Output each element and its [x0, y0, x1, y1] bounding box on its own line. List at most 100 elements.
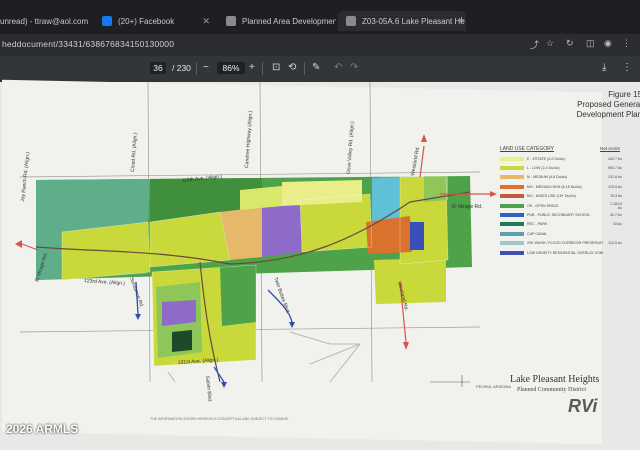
page-number-input[interactable]: 36	[150, 62, 166, 74]
facebook-icon	[102, 16, 112, 26]
url-text[interactable]: heddocument/33431/638676834150130000	[2, 39, 174, 49]
legend-acres: 131.6 Ac	[608, 175, 622, 180]
close-icon[interactable]: ✕	[202, 16, 210, 27]
legend-label: E - ESTATE (0-2 Du/Ac)	[527, 156, 566, 161]
legend-label: CAP CANAL	[527, 231, 548, 236]
pdf-toolbar: 36 / 230 − 86% + ⊡ ⟲ ✎ ↶ ↷ ⤓ ⋮	[0, 56, 640, 82]
legend-item: PUB - PUBLIC SECONDARY SCHOOL 30.7 Ac	[500, 212, 622, 217]
arrow-head	[15, 240, 22, 248]
future-road	[167, 371, 176, 383]
open-space-zone	[220, 265, 256, 326]
legend-acres: 129.8 Ac	[608, 184, 622, 189]
legend-item: MH - MEDIUM HIGH (8-15 Du/Ac) 129.8 Ac	[500, 184, 622, 189]
arrow-head	[421, 134, 427, 142]
legend-acres-header: Net Acres	[600, 146, 620, 151]
legend-item: LOW DENSITY RESIDENTIAL OVERLAY ZONE	[500, 250, 622, 255]
brand-subtitle: Planned Community District	[517, 387, 586, 393]
legend-label: MH - MEDIUM HIGH (8-15 Du/Ac)	[527, 184, 582, 189]
legend-item: REC - PARK 43 Ac	[500, 222, 622, 227]
more-icon[interactable]: ⋮	[622, 62, 632, 73]
future-road	[289, 331, 362, 383]
estate-parcel	[240, 186, 282, 210]
undo-icon[interactable]: ↶	[334, 62, 342, 73]
tab-active-document[interactable]: Z03-05A.6 Lake Pleasant He ✕	[338, 11, 466, 31]
brand-name: Lake Pleasant Heights	[510, 374, 600, 385]
figure-title-line: Proposed General	[577, 100, 640, 109]
divider	[196, 62, 197, 75]
redo-icon[interactable]: ↷	[350, 62, 358, 73]
tab-facebook[interactable]: (20+) Facebook ✕	[102, 11, 210, 31]
development-plan-map: Joy Ranch Rd. (Align.) Cloud Rd. (Align.…	[15, 82, 497, 403]
tab-planned-area[interactable]: Planned Area Developments ✕	[226, 11, 336, 31]
legend-swatch	[500, 212, 524, 217]
medium-high-parcel	[366, 216, 412, 254]
legend-acres: 963.7 Ac	[608, 165, 622, 170]
road-label: Galvin Blvd.	[204, 376, 213, 403]
divider	[262, 62, 263, 75]
legend-label: REC - PARK	[527, 222, 548, 227]
figure-label: Figure 15	[608, 90, 640, 99]
legend-acres: 442.7 Ac	[608, 156, 622, 161]
road-label: Cloud Rd. (Align.)	[130, 132, 139, 172]
arrow-head	[289, 322, 295, 328]
legend-item: M - MEDIUM (4-8 Du/Ac) 131.6 Ac	[500, 175, 622, 180]
road-label: Dove Valley Rd. (Align.)	[346, 121, 356, 174]
rotate-icon[interactable]: ⟲	[288, 62, 296, 73]
overlay-zone-parcel	[410, 222, 424, 250]
page-icon	[226, 16, 236, 26]
park-parcel	[172, 330, 192, 352]
profile-icon[interactable]: ◉	[604, 38, 612, 49]
legend-acres: 1,184.5 Ac	[610, 201, 622, 210]
address-bar[interactable]: heddocument/33431/638676834150130000 ⤴ ☆…	[0, 34, 640, 56]
legend-swatch	[500, 241, 524, 246]
legend-item: CAP CANAL	[500, 231, 622, 236]
history-icon[interactable]: ↻	[566, 38, 574, 49]
draw-icon[interactable]: ✎	[312, 62, 320, 73]
arrow-head	[221, 382, 227, 388]
zoom-input[interactable]: 86%	[217, 62, 245, 74]
legend-swatch	[500, 194, 524, 199]
share-icon[interactable]: ⤴	[530, 38, 539, 51]
legend-swatch	[500, 222, 524, 227]
extensions-icon[interactable]: ◫	[586, 38, 595, 49]
zoom-out-icon[interactable]: −	[203, 62, 209, 73]
road-label: Westland Rd.	[410, 146, 421, 177]
fit-page-icon[interactable]: ⊡	[272, 62, 280, 73]
tab-label: unread) - ttraw@aol.com	[0, 16, 89, 26]
legend-swatch	[500, 203, 524, 208]
page-icon	[346, 16, 356, 26]
legend-label: L - LOW (2-4 Du/Ac)	[527, 165, 560, 170]
star-icon[interactable]: ☆	[546, 38, 554, 49]
legend-label: 200' WASH / FLOOD CORRIDOR PRESERVATION	[527, 241, 603, 246]
legend-acres: 112.5 Ac	[608, 241, 622, 246]
arrow-head	[403, 342, 409, 350]
tab-email[interactable]: unread) - ttraw@aol.com ✕	[0, 11, 90, 31]
download-icon[interactable]: ⤓	[602, 62, 606, 73]
low-density-parcel	[374, 258, 446, 304]
el-mirage-road-arrow	[21, 243, 39, 251]
road-label: Twin Buttes Blvd.	[272, 277, 291, 315]
legend-item: L - LOW (2-4 Du/Ac) 963.7 Ac	[500, 165, 622, 170]
legend-swatch	[500, 165, 524, 170]
legend-swatch	[500, 184, 524, 189]
road-label: Carefree Highway (Align.)	[244, 110, 254, 168]
legend-swatch	[500, 231, 524, 236]
tab-label: (20+) Facebook	[118, 16, 175, 26]
legend-item: E - ESTATE (0-2 Du/Ac) 442.7 Ac	[500, 156, 622, 161]
legend-acres: 43 Ac	[613, 222, 622, 227]
legend-acres: 30.7 Ac	[610, 212, 622, 217]
road-label: El Mirage Rd.	[452, 204, 482, 210]
page-total: / 230	[172, 63, 191, 73]
figure-title-line: Development Plan	[576, 110, 640, 119]
divider	[304, 62, 305, 75]
legend-item: MU - MIXED USE (15+ Du/Ac) 76.3 Ac	[500, 194, 622, 199]
arrow-head	[490, 191, 497, 197]
menu-icon[interactable]: ⋮	[622, 38, 631, 49]
watermark: 2026 ARMLS	[6, 422, 79, 436]
legend-label: OS - OPEN SPACE	[527, 203, 559, 208]
zoom-in-icon[interactable]: +	[249, 62, 255, 73]
road-label: Sundance Rd.	[128, 277, 144, 309]
firm-logo: RVi	[568, 396, 598, 416]
legend-item: 200' WASH / FLOOD CORRIDOR PRESERVATION 1…	[500, 241, 622, 246]
plus-icon[interactable]: +	[458, 13, 465, 27]
